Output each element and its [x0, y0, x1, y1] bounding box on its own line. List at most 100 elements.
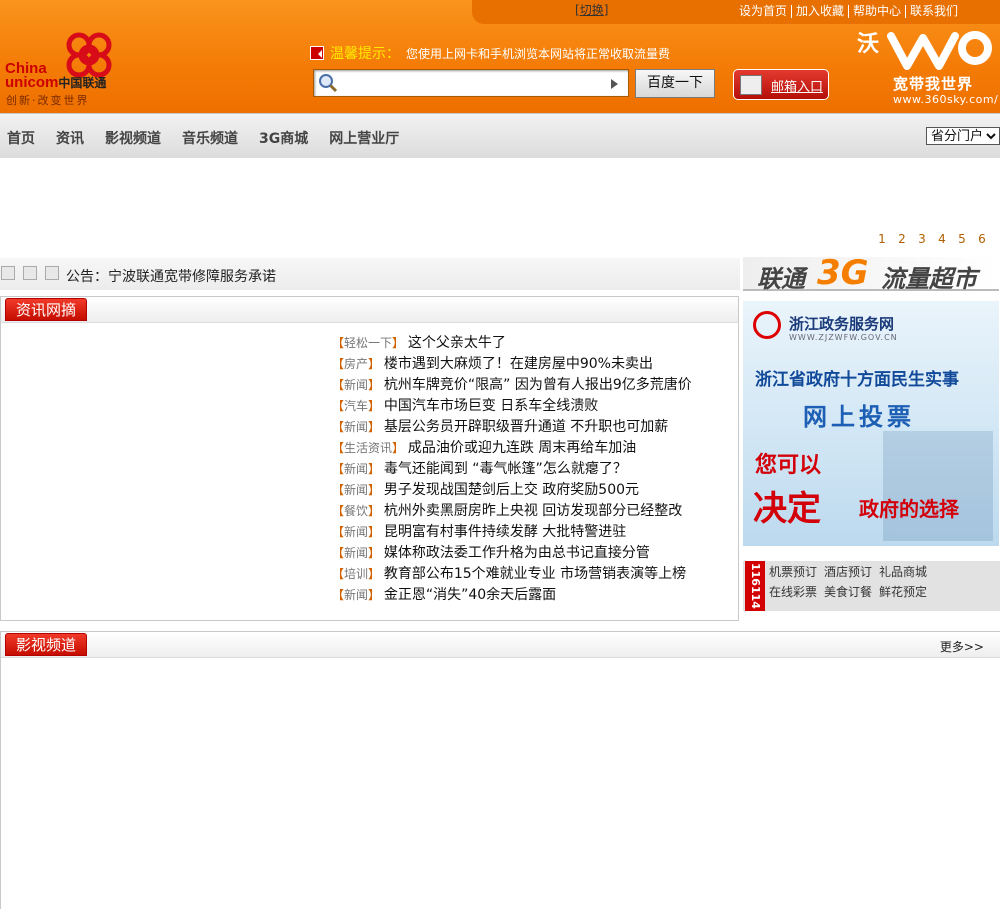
main-nav: 首页 资讯 影视频道 音乐频道 3G商城 网上营业厅 [0, 113, 1000, 158]
building-image [883, 431, 993, 541]
next-icon[interactable] [45, 266, 59, 280]
dropdown-arrow-icon[interactable] [611, 79, 618, 89]
service-row-1: 机票预订 酒店预订 礼品商城 [769, 563, 934, 580]
site-header: [切换] 设为首页 加入收藏 帮助中心 联系我们 China unicom中国联通… [0, 0, 1000, 113]
banner-page-3[interactable]: 3 [912, 232, 932, 246]
help-center-link[interactable]: 帮助中心 [849, 5, 906, 18]
baidu-search-button[interactable]: 百度一下 [635, 69, 715, 98]
news-item[interactable]: 【轻松一下】 这个父亲太牛了 [332, 332, 692, 353]
news-category[interactable]: 培训 [344, 567, 368, 581]
news-item[interactable]: 【新闻】 金正恩“消失”40余天后露面 [332, 584, 692, 605]
wo-url: www.360sky.com/ [893, 93, 999, 106]
wo-tagline: 宽带我世界 [893, 75, 974, 93]
news-item[interactable]: 【培训】 教育部公布15个难就业专业 市场营销表演等上榜 [332, 563, 692, 584]
news-category[interactable]: 新闻 [344, 546, 368, 560]
news-item[interactable]: 【生活资讯】 成品油价或迎九连跌 周末再给车加油 [332, 437, 692, 458]
news-item[interactable]: 【新闻】 媒体称政法委工作升格为由总书记直接分管 [332, 542, 692, 563]
news-category[interactable]: 汽车 [344, 399, 368, 413]
banner-page-6[interactable]: 6 [972, 232, 992, 246]
lottery-link[interactable]: 在线彩票 [769, 583, 817, 600]
wo-char: 沃 [857, 31, 880, 57]
news-title[interactable]: 成品油价或迎九连跌 周末再给车加油 [408, 440, 636, 456]
news-category[interactable]: 房产 [344, 357, 368, 371]
nav-3g-mall[interactable]: 3G商城 [259, 128, 308, 148]
news-item[interactable]: 【新闻】 昆明富有村事件持续发酵 大批特警进驻 [332, 521, 692, 542]
news-item[interactable]: 【新闻】 基层公务员开辟职级晋升通道 不升职也可加薪 [332, 416, 692, 437]
wo-logo-icon [887, 31, 992, 70]
nav-home[interactable]: 首页 [7, 128, 35, 148]
video-section-header: 影视频道 更多>> [1, 632, 1000, 658]
search-icon [319, 74, 338, 93]
play-icon[interactable] [23, 266, 37, 280]
news-title[interactable]: 这个父亲太牛了 [408, 335, 506, 351]
switch-link[interactable]: [切换] [575, 1, 608, 18]
news-title[interactable]: 杭州外卖黑厨房昨上央视 回访发现部分已经整改 [384, 503, 682, 519]
province-portal-select[interactable]: 省分门户 [926, 127, 1000, 145]
news-title[interactable]: 中国汽车市场巨变 日系车全线溃败 [384, 398, 598, 414]
news-item[interactable]: 【新闻】 男子发现战国楚剑后上交 政府奖励500元 [332, 479, 692, 500]
3g-traffic-ad[interactable]: 联通 3G 流量超市 [743, 253, 999, 293]
zhejiang-gov-ad[interactable]: 浙江政务服务网 WWW.ZJZWFW.GOV.CN 浙江省政府十方面民生实事 网… [743, 301, 999, 546]
news-category[interactable]: 新闻 [344, 588, 368, 602]
news-list: 【轻松一下】 这个父亲太牛了 【房产】 楼市遇到大麻烦了！在建房屋中90%未卖出【… [332, 332, 692, 605]
banner-page-5[interactable]: 5 [952, 232, 972, 246]
news-item[interactable]: 【汽车】 中国汽车市场巨变 日系车全线溃败 [332, 395, 692, 416]
news-title[interactable]: 昆明富有村事件持续发酵 大批特警进驻 [384, 524, 626, 540]
flight-booking-link[interactable]: 机票预订 [769, 563, 817, 580]
news-title[interactable]: 媒体称政法委工作升格为由总书记直接分管 [384, 545, 650, 561]
news-category[interactable]: 餐饮 [344, 504, 368, 518]
nav-video[interactable]: 影视频道 [105, 128, 161, 148]
video-section-tab[interactable]: 影视频道 [5, 633, 88, 656]
contact-us-link[interactable]: 联系我们 [906, 5, 962, 18]
news-item[interactable]: 【餐饮】 杭州外卖黑厨房昨上央视 回访发现部分已经整改 [332, 500, 692, 521]
mailbox-entry-button[interactable]: 邮箱入口 [733, 69, 829, 100]
banner-page-4[interactable]: 4 [932, 232, 952, 246]
service-number: 116114 [745, 561, 765, 611]
zjgov-logo-icon [753, 311, 781, 339]
tip-text: 您使用上网卡和手机浏览本网站将正常收取流量费 [406, 46, 671, 61]
news-title[interactable]: 男子发现战国楚剑后上交 政府奖励500元 [384, 482, 639, 498]
news-title[interactable]: 楼市遇到大麻烦了！在建房屋中90%未卖出 [384, 356, 653, 372]
news-category[interactable]: 生活资讯 [344, 441, 392, 455]
prev-icon[interactable] [1, 266, 15, 280]
video-section: 影视频道 更多>> [0, 631, 1000, 909]
notice-bar: 公告：宁波联通宽带修障服务承诺 [0, 258, 740, 290]
nav-news[interactable]: 资讯 [56, 128, 84, 148]
add-favorite-link[interactable]: 加入收藏 [792, 5, 849, 18]
news-category[interactable]: 新闻 [344, 462, 368, 476]
news-item[interactable]: 【新闻】 杭州车牌竞价“限高” 因为曾有人报出9亿多荒唐价 [332, 374, 692, 395]
news-category[interactable]: 新闻 [344, 420, 368, 434]
banner-pager: 1 2 3 4 5 6 [872, 232, 992, 246]
news-title[interactable]: 基层公务员开辟职级晋升通道 不升职也可加薪 [384, 419, 668, 435]
mailbox-icon [740, 75, 762, 95]
nav-music[interactable]: 音乐频道 [182, 128, 238, 148]
news-category[interactable]: 新闻 [344, 483, 368, 497]
news-section: 资讯网摘 【轻松一下】 这个父亲太牛了 【房产】 楼市遇到大麻烦了！在建房屋中90… [0, 296, 739, 621]
notice-text[interactable]: 公告：宁波联通宽带修障服务承诺 [66, 266, 276, 286]
news-title[interactable]: 杭州车牌竞价“限高” 因为曾有人报出9亿多荒唐价 [384, 377, 692, 393]
gift-mall-link[interactable]: 礼品商城 [879, 563, 927, 580]
banner-page-2[interactable]: 2 [892, 232, 912, 246]
more-link[interactable]: 更多>> [940, 638, 984, 655]
search-input[interactable] [342, 73, 602, 93]
news-item[interactable]: 【新闻】 毒气还能闻到 “毒气帐篷”怎么就瘪了？ [332, 458, 692, 479]
flower-order-link[interactable]: 鲜花预定 [879, 583, 927, 600]
speaker-icon [310, 46, 324, 60]
hotel-booking-link[interactable]: 酒店预订 [824, 563, 872, 580]
china-unicom-logo[interactable]: China unicom中国联通 创新·改变世界 [5, 26, 120, 108]
news-category[interactable]: 新闻 [344, 378, 368, 392]
nav-online-hall[interactable]: 网上营业厅 [329, 128, 399, 148]
search-box [313, 69, 629, 97]
news-section-tab[interactable]: 资讯网摘 [5, 298, 88, 321]
news-title[interactable]: 毒气还能闻到 “毒气帐篷”怎么就瘪了？ [384, 461, 627, 477]
top-links: 设为首页 加入收藏 帮助中心 联系我们 [735, 5, 962, 18]
news-category[interactable]: 轻松一下 [344, 336, 392, 350]
news-category[interactable]: 新闻 [344, 525, 368, 539]
logo-slogan: 创新·改变世界 [6, 94, 90, 107]
set-homepage-link[interactable]: 设为首页 [735, 5, 792, 18]
banner-page-1[interactable]: 1 [872, 232, 892, 246]
news-item[interactable]: 【房产】 楼市遇到大麻烦了！在建房屋中90%未卖出 [332, 353, 692, 374]
news-title[interactable]: 教育部公布15个难就业专业 市场营销表演等上榜 [384, 566, 686, 582]
food-order-link[interactable]: 美食订餐 [824, 583, 872, 600]
news-title[interactable]: 金正恩“消失”40余天后露面 [384, 587, 556, 603]
